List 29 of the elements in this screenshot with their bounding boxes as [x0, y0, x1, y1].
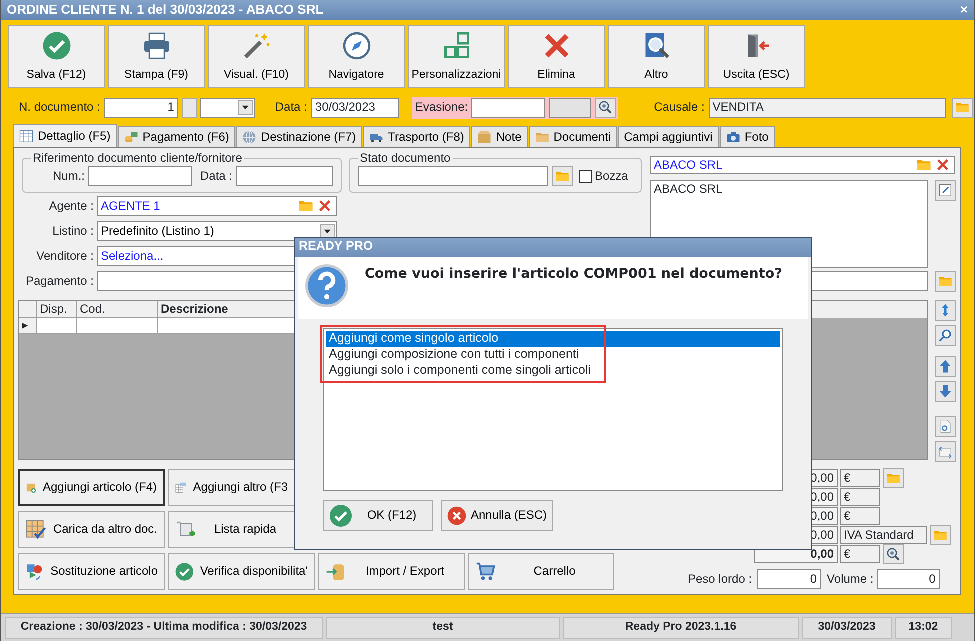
status-cell: 13:02 — [895, 616, 952, 638]
field-label: Pagamento : — [24, 274, 94, 288]
field-label: Volume : — [827, 572, 874, 586]
field-label: Peso lordo : — [688, 572, 752, 586]
status-cell: Ready Pro 2023.1.16 — [563, 616, 799, 638]
field-label: Evasione: — [415, 100, 468, 115]
dialog-title: READY PRO — [295, 238, 811, 257]
unit-field: € — [840, 469, 880, 487]
field-label: Data : — [200, 168, 232, 184]
field-label: Data : — [275, 100, 308, 115]
field-label: Venditore : — [36, 248, 94, 264]
field-label: Listino : — [52, 224, 94, 238]
window-title: ORDINE CLIENTE N. 1 del 30/03/2023 - ABACO SRL — [7, 2, 324, 18]
status-cell: test — [326, 616, 560, 638]
group-title: Riferimento documento cliente/fornitore — [32, 152, 244, 166]
field-label: Agente : — [48, 198, 94, 214]
status-cell: 30/03/2023 — [802, 616, 892, 638]
field-label: N. documento : — [19, 100, 100, 115]
group-title: Stato documento — [359, 152, 452, 166]
unit-field: € — [840, 488, 880, 506]
unit-field: € — [840, 507, 880, 525]
row-pointer: ▶ — [22, 321, 28, 330]
field-label: Num.: — [53, 168, 86, 184]
checkbox-label: Bozza — [595, 168, 628, 184]
status-cell: Creazione : 30/03/2023 - Ultima modifica : 30/03/2023 — [5, 616, 323, 638]
unit-field: € — [840, 545, 880, 563]
dialog-question: Come vuoi inserire l'articolo COMP001 nel documento? — [365, 266, 782, 282]
field-label: Causale : — [654, 100, 705, 115]
unit-field: IVA Standard — [840, 526, 927, 544]
